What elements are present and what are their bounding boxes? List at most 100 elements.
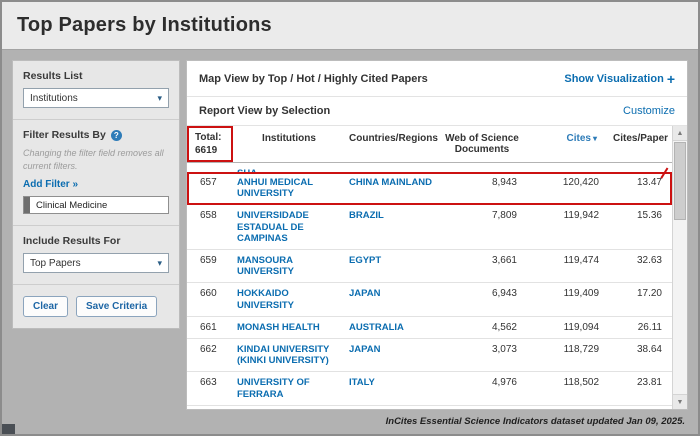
drag-handle-icon <box>24 197 30 213</box>
row-rank: 657 <box>187 172 233 204</box>
row-docs: 11,512 <box>437 406 527 409</box>
row-rank: 661 <box>187 317 233 338</box>
results-table: Total: 6619 Institutions Countries/Regio… <box>187 126 687 409</box>
include-results-value: Top Papers <box>30 258 81 269</box>
row-cites: 118,028 <box>527 406 609 409</box>
table-row[interactable]: 661 MONASH HEALTH AUSTRALIA 4,562 119,09… <box>187 317 672 339</box>
total-counter: Total: 6619 <box>187 126 233 162</box>
row-rank: 659 <box>187 250 233 282</box>
row-rank: 663 <box>187 372 233 404</box>
row-rank: 660 <box>187 283 233 315</box>
table-row[interactable]: 660 HOKKAIDO UNIVERSITY JAPAN 6,943 119,… <box>187 283 672 316</box>
filter-field[interactable]: Clinical Medicine <box>23 196 169 214</box>
down-arrow-icon: ▼ <box>677 399 684 406</box>
row-institution[interactable]: ANHUI MEDICAL UNIVERSITY <box>233 172 345 204</box>
scroll-up-button[interactable]: ▲ <box>673 126 687 141</box>
table-row[interactable]: 659 MANSOURA UNIVERSITY EGYPT 3,661 119,… <box>187 250 672 283</box>
scroll-down-button[interactable]: ▼ <box>673 394 687 409</box>
row-cites: 118,502 <box>527 372 609 404</box>
row-institution[interactable]: HOKKAIDO UNIVERSITY <box>233 283 345 315</box>
row-institution[interactable]: UNIVERSIDADE ESTADUAL DE CAMPINAS <box>233 205 345 249</box>
row-docs: 8,943 <box>437 172 527 204</box>
column-header-countries[interactable]: Countries/Regions <box>345 126 437 162</box>
page: Top Papers by Institutions Results List … <box>0 0 700 436</box>
scrollbar-thumb[interactable] <box>674 142 686 220</box>
row-country: EGYPT <box>345 250 437 282</box>
table-row-partial[interactable]: SHA <box>187 163 672 172</box>
row-cites-per-paper: 26.11 <box>609 317 672 338</box>
help-icon[interactable]: ? <box>111 130 122 141</box>
row-institution[interactable]: UNIVERSITY OF FERRARA <box>233 372 345 404</box>
show-visualization-link[interactable]: Show Visualization + <box>564 71 675 87</box>
map-view-title: Map View by Top / Hot / Highly Cited Pap… <box>199 73 428 85</box>
total-value: 6619 <box>195 144 227 157</box>
results-list-label: Results List <box>23 70 169 82</box>
row-docs: 4,976 <box>437 372 527 404</box>
column-header-institutions[interactable]: Institutions <box>233 126 345 162</box>
include-results-section: Include Results For Top Papers ▾ <box>13 226 179 285</box>
report-view-title: Report View by Selection <box>199 105 330 117</box>
sidebar: Results List Institutions ▾ Filter Resul… <box>12 60 180 329</box>
dataset-footnote: InCites Essential Science Indicators dat… <box>386 416 685 427</box>
row-rank: 658 <box>187 205 233 249</box>
table-row[interactable]: 658 UNIVERSIDADE ESTADUAL DE CAMPINAS BR… <box>187 205 672 250</box>
plus-icon: + <box>667 71 675 87</box>
table-header: Total: 6619 Institutions Countries/Regio… <box>187 126 672 163</box>
row-country: BRAZIL <box>345 205 437 249</box>
table-row[interactable]: 664 FUJIAN MEDICAL UNIVERSITY CHINA MAIN… <box>187 406 672 409</box>
row-institution[interactable]: MANSOURA UNIVERSITY <box>233 250 345 282</box>
column-header-cites[interactable]: Cites▾ <box>527 126 609 162</box>
up-arrow-icon: ▲ <box>677 130 684 137</box>
total-label: Total: <box>195 131 227 144</box>
row-country: JAPAN <box>345 283 437 315</box>
add-filter-link[interactable]: Add Filter » <box>23 179 78 190</box>
row-institution[interactable]: KINDAI UNIVERSITY (KINKI UNIVERSITY) <box>233 339 345 371</box>
results-list-section: Results List Institutions ▾ <box>13 61 179 120</box>
row-rank: 664 <box>187 406 233 409</box>
row-institution[interactable]: FUJIAN MEDICAL UNIVERSITY <box>233 406 345 409</box>
row-country: CHINA MAINLAND <box>345 406 437 409</box>
column-header-cites-per-paper[interactable]: Cites/Paper <box>609 126 672 162</box>
row-cites-per-paper: 15.36 <box>609 205 672 249</box>
filter-field-value: Clinical Medicine <box>36 200 107 211</box>
map-view-bar: Map View by Top / Hot / Highly Cited Pap… <box>187 61 687 97</box>
row-cites-per-paper: 38.64 <box>609 339 672 371</box>
row-docs: 7,809 <box>437 205 527 249</box>
table-row[interactable]: 657 ANHUI MEDICAL UNIVERSITY CHINA MAINL… <box>187 172 672 205</box>
clear-button[interactable]: Clear <box>23 296 68 317</box>
save-criteria-button[interactable]: Save Criteria <box>76 296 157 317</box>
content-area: Results List Institutions ▾ Filter Resul… <box>12 60 688 410</box>
results-list-dropdown[interactable]: Institutions ▾ <box>23 88 169 108</box>
column-header-documents[interactable]: Web of Science Documents <box>437 126 527 162</box>
customize-link[interactable]: Customize <box>623 105 675 117</box>
vertical-scrollbar[interactable]: ▲ ▼ <box>672 126 687 409</box>
table-row[interactable]: 663 UNIVERSITY OF FERRARA ITALY 4,976 11… <box>187 372 672 405</box>
chevron-down-icon: ▾ <box>157 258 162 269</box>
row-cites: 119,094 <box>527 317 609 338</box>
row-cites-per-paper: 32.63 <box>609 250 672 282</box>
include-results-label: Include Results For <box>23 235 169 247</box>
row-country: CHINA MAINLAND <box>345 172 437 204</box>
row-cites: 118,729 <box>527 339 609 371</box>
table-body: SHA 657 ANHUI MEDICAL UNIVERSITY CHINA M… <box>187 163 672 409</box>
show-visualization-label: Show Visualization <box>564 73 663 85</box>
sort-caret-icon: ▾ <box>593 134 597 143</box>
include-results-dropdown[interactable]: Top Papers ▾ <box>23 253 169 273</box>
row-country: JAPAN <box>345 339 437 371</box>
row-cites: 119,409 <box>527 283 609 315</box>
row-cites: 120,420 <box>527 172 609 204</box>
row-rank: 662 <box>187 339 233 371</box>
row-country: AUSTRALIA <box>345 317 437 338</box>
sidebar-buttons: Clear Save Criteria <box>13 285 179 328</box>
row-cites-per-paper: 10.25 <box>609 406 672 409</box>
main-panel: Map View by Top / Hot / Highly Cited Pap… <box>186 60 688 410</box>
row-docs: 6,943 <box>437 283 527 315</box>
row-docs: 3,073 <box>437 339 527 371</box>
row-cites: 119,474 <box>527 250 609 282</box>
row-institution[interactable]: MONASH HEALTH <box>233 317 345 338</box>
table-row[interactable]: 662 KINDAI UNIVERSITY (KINKI UNIVERSITY)… <box>187 339 672 372</box>
row-cites: 119,942 <box>527 205 609 249</box>
row-institution: SHA <box>233 163 345 172</box>
chevron-down-icon: ▾ <box>157 93 162 104</box>
cites-header-label: Cites <box>567 133 591 144</box>
